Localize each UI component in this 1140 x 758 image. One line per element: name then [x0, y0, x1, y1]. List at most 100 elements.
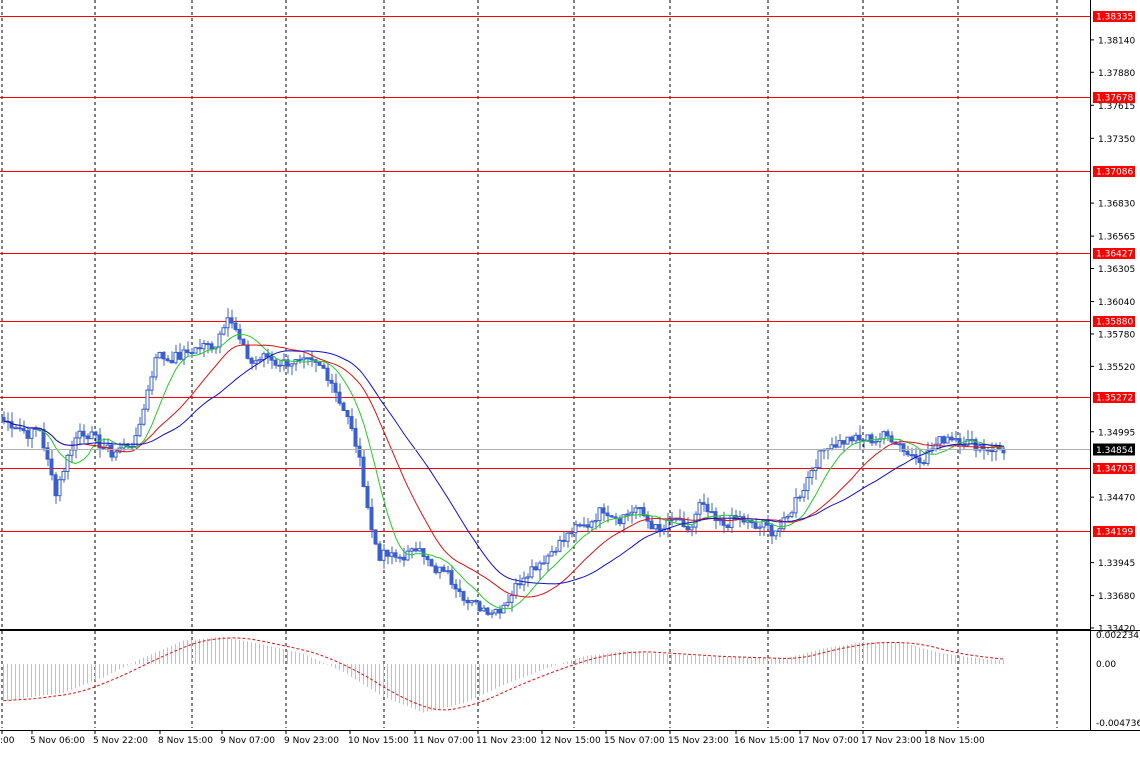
candle-body: [809, 470, 814, 479]
candle-body: [853, 434, 858, 442]
level-price-text: 1.37086: [1096, 168, 1133, 178]
time-tick-label: 10 Nov 15:00: [348, 736, 409, 746]
candle-body: [585, 524, 590, 528]
candle-body: [601, 507, 606, 514]
candle-body: [489, 612, 494, 615]
candle-body: [777, 528, 782, 532]
candle-body: [453, 583, 458, 590]
candle-body: [441, 566, 446, 572]
candle-body: [65, 454, 70, 472]
candle-body: [317, 361, 322, 366]
level-price-text: 1.35272: [1096, 394, 1133, 404]
candle-body: [553, 550, 558, 553]
candle-body: [941, 436, 946, 444]
price-tick-label: 1.34470: [1098, 494, 1135, 504]
candle-body: [17, 427, 22, 430]
candle-body: [269, 356, 274, 361]
price-tick-label: 1.36040: [1098, 298, 1135, 308]
price-tick-label: 1.36565: [1098, 233, 1135, 243]
price-tick-label: 1.36830: [1098, 200, 1135, 210]
candle: [477, 600, 482, 613]
candle-body: [905, 450, 910, 456]
candle-body: [541, 562, 546, 565]
candle-body: [81, 430, 86, 437]
time-tick-label: 16 Nov 15:00: [734, 736, 795, 746]
chart-window[interactable]: 1.38140 1.37880 1.37615 1.37350 1.36830 1.365…: [0, 0, 1140, 754]
candle-body: [405, 550, 410, 561]
candle-body: [369, 506, 374, 531]
candle-body: [337, 391, 342, 404]
candle-body: [565, 532, 570, 542]
candle-body: [389, 552, 394, 557]
candle-body: [217, 333, 222, 348]
candle-body: [873, 441, 878, 444]
level-price-text: 1.34199: [1096, 528, 1133, 538]
candle-body: [813, 467, 818, 472]
candle-body: [153, 357, 158, 378]
candle-body: [465, 599, 470, 604]
candle: [485, 607, 490, 617]
price-tick-label: 1.33680: [1098, 592, 1135, 602]
candle-body: [701, 502, 706, 505]
candle-body: [133, 435, 138, 447]
candle-body: [89, 431, 94, 440]
time-tick-label: 18 Nov 15:00: [924, 736, 985, 746]
candle-body: [793, 497, 798, 514]
time-tick-label: 9 Nov 23:00: [284, 736, 339, 746]
candle-body: [725, 524, 730, 528]
candle-body: [481, 607, 486, 612]
time-tick-label: 12 Nov 15:00: [540, 736, 601, 746]
candle-body: [257, 359, 262, 362]
candle: [317, 361, 322, 366]
candle-body: [373, 529, 378, 545]
candle-body: [757, 526, 762, 529]
candle-body: [157, 351, 162, 359]
candle-body: [529, 566, 534, 578]
candle-body: [657, 523, 662, 532]
chart-background: [0, 0, 1140, 754]
candle: [157, 351, 162, 359]
candle: [193, 346, 198, 354]
oscillator-tick-label: 0.00: [1096, 660, 1116, 670]
candle-body: [381, 549, 386, 561]
candle-body: [785, 516, 790, 519]
candle-body: [129, 445, 134, 448]
candle-body: [729, 515, 734, 528]
price-tick-label: 1.38140: [1098, 36, 1135, 46]
candle-body: [837, 440, 842, 448]
candle-body: [49, 458, 54, 476]
candle-body: [629, 511, 634, 515]
candle-body: [625, 513, 630, 516]
candle-body: [845, 436, 850, 445]
candle-body: [549, 551, 554, 557]
candle-body: [645, 515, 650, 522]
candle-body: [897, 443, 902, 446]
candle: [373, 529, 378, 546]
candle-body: [377, 543, 382, 561]
candle-body: [881, 431, 886, 440]
candle-body: [953, 438, 958, 441]
candle-body: [545, 555, 550, 564]
candle-body: [869, 434, 874, 444]
candle-body: [189, 352, 194, 355]
candle-body: [469, 600, 474, 604]
candle-body: [605, 512, 610, 517]
candle-body: [817, 450, 822, 469]
time-tick-label: 11 Nov 23:00: [476, 736, 537, 746]
candle-body: [885, 431, 890, 437]
candle-body: [385, 549, 390, 557]
candle-body: [345, 410, 350, 418]
candle-body: [805, 477, 810, 492]
candle-body: [421, 548, 426, 557]
candle-body: [597, 507, 602, 522]
oscillator-tick-label: -0.004736: [1096, 719, 1140, 729]
candle-body: [309, 357, 314, 361]
level-price-text: 1.38335: [1096, 13, 1133, 23]
candle-body: [225, 317, 230, 329]
candle-body: [613, 516, 618, 519]
candle-body: [261, 353, 266, 361]
candle-body: [633, 507, 638, 513]
candle-body: [801, 490, 806, 498]
candle-body: [417, 548, 422, 552]
candle-body: [85, 435, 90, 440]
